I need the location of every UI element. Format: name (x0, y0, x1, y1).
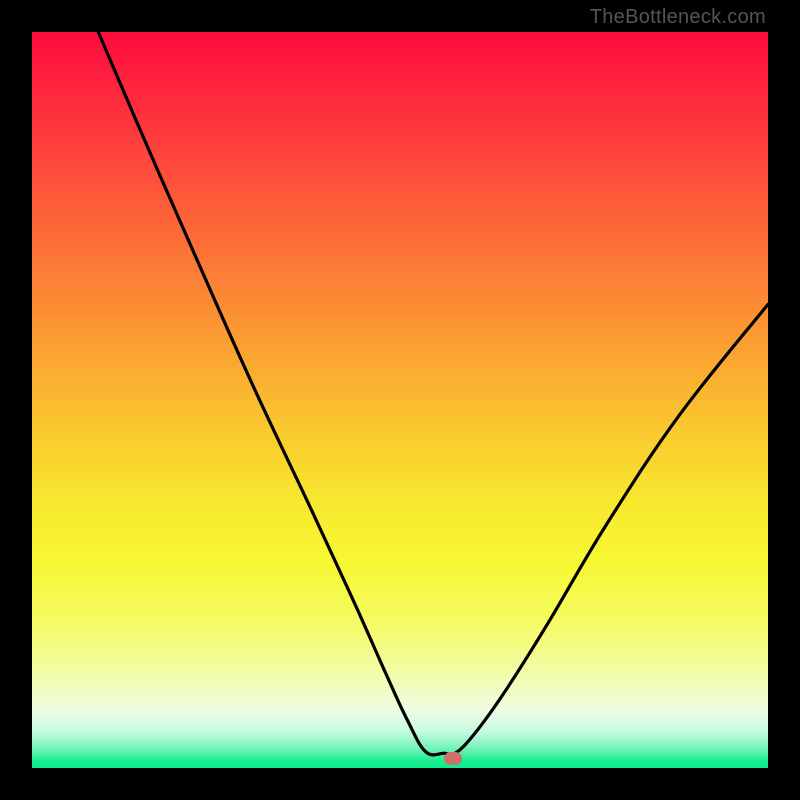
optimal-marker (444, 752, 462, 765)
plot-area (32, 32, 768, 768)
bottleneck-curve (32, 32, 768, 768)
chart-frame: TheBottleneck.com (0, 0, 800, 800)
watermark-text: TheBottleneck.com (590, 6, 766, 29)
